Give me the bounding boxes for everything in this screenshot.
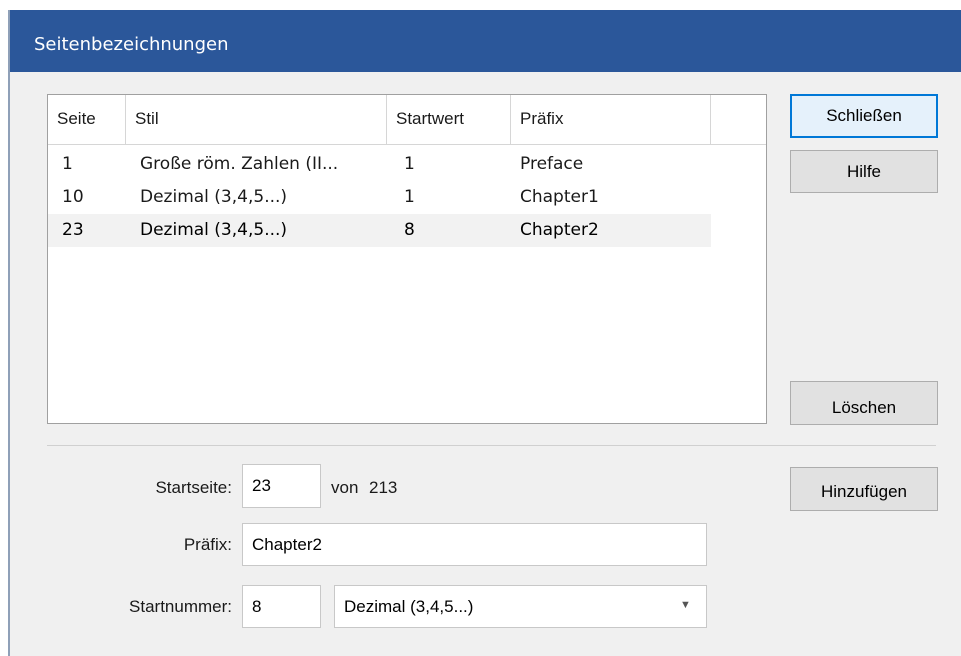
cell-page: 23 [62,220,84,240]
total-pages: 213 [369,478,398,497]
table-row-selected[interactable]: 23 Dezimal (3,4,5...) 8 Chapter2 [48,214,711,247]
start-page-input[interactable]: 23 [242,464,321,508]
separator [47,445,936,446]
close-button[interactable]: Schließen [790,94,938,138]
start-page-label: Startseite: [155,478,232,497]
column-header-seite[interactable]: Seite [48,95,126,145]
style-select[interactable]: Dezimal (3,4,5...) [334,585,707,628]
prefix-label: Präfix: [183,535,232,554]
title-bar[interactable]: Seitenbezeichnungen [10,10,961,72]
style-select-value: Dezimal (3,4,5...) [344,597,474,616]
table-row[interactable]: 1 Große röm. Zahlen (II... 1 Preface [48,148,711,181]
cell-prefix: Chapter2 [520,220,599,240]
of-label: von [331,478,359,497]
start-number-label: Startnummer: [129,597,232,616]
prefix-input[interactable]: Chapter2 [242,523,707,566]
table-row[interactable]: 10 Dezimal (3,4,5...) 1 Chapter1 [48,181,711,214]
cell-start: 1 [404,154,415,174]
cell-start: 1 [404,187,415,207]
add-button[interactable]: Hinzufügen [790,467,938,511]
page-labels-list[interactable]: Seite Stil Startwert Präfix 1 Große röm.… [47,94,767,424]
cell-start: 8 [404,220,415,240]
dialog-title: Seitenbezeichnungen [34,34,229,55]
cell-prefix: Chapter1 [520,187,599,207]
cell-page: 10 [62,187,84,207]
cell-page: 1 [62,154,73,174]
cell-style: Dezimal (3,4,5...) [140,187,288,207]
chevron-down-icon[interactable]: ▼ [680,599,691,611]
column-header-praefix[interactable]: Präfix [511,95,711,145]
column-header-empty [711,95,766,145]
cell-style: Große röm. Zahlen (II... [140,154,339,174]
cell-prefix: Preface [520,154,584,174]
column-header-stil[interactable]: Stil [126,95,387,145]
list-header: Seite Stil Startwert Präfix [48,95,766,145]
cell-style: Dezimal (3,4,5...) [140,220,288,240]
column-header-startwert[interactable]: Startwert [387,95,511,145]
delete-button[interactable]: Löschen [790,381,938,425]
start-number-input[interactable]: 8 [242,585,321,628]
help-button[interactable]: Hilfe [790,150,938,193]
